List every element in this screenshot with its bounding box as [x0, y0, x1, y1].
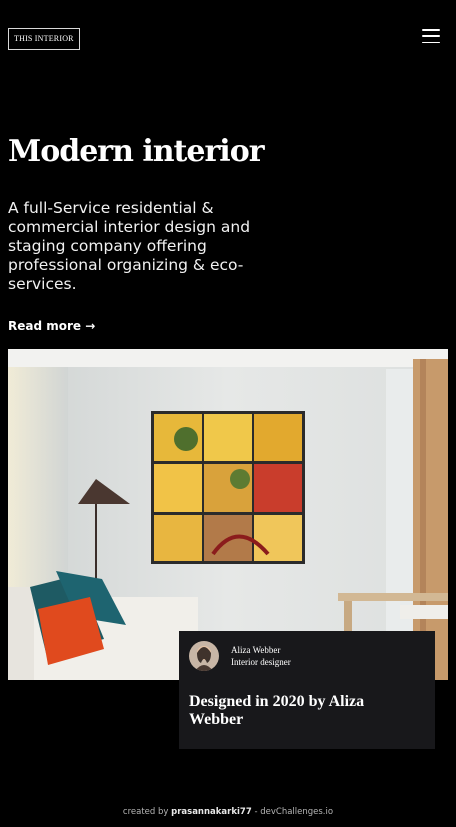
page: THIS INTERIOR Modern interior A full-Ser… — [0, 0, 456, 827]
menu-line — [422, 41, 440, 43]
footer: created by prasannakarki77 - devChalleng… — [0, 807, 456, 817]
designer-card: Aliza Webber Interior designer Designed … — [179, 631, 435, 749]
designer-name: Aliza Webber — [231, 645, 281, 655]
hamburger-menu-icon[interactable] — [422, 29, 440, 43]
designer-role: Interior designer — [231, 657, 291, 667]
menu-line — [422, 35, 440, 37]
footer-author-link[interactable]: prasannakarki77 — [171, 807, 252, 817]
avatar — [189, 641, 219, 671]
hero-title: Modern interior — [8, 134, 265, 169]
footer-suffix: - devChallenges.io — [254, 807, 334, 817]
footer-prefix: created by — [122, 807, 169, 817]
hero-description: A full-Service residential & commercial … — [8, 199, 251, 293]
designer-card-title: Designed in 2020 by Aliza Webber — [189, 693, 365, 728]
logo[interactable]: THIS INTERIOR — [8, 28, 80, 50]
read-more-link[interactable]: Read more → — [8, 319, 95, 333]
menu-line — [422, 29, 440, 31]
